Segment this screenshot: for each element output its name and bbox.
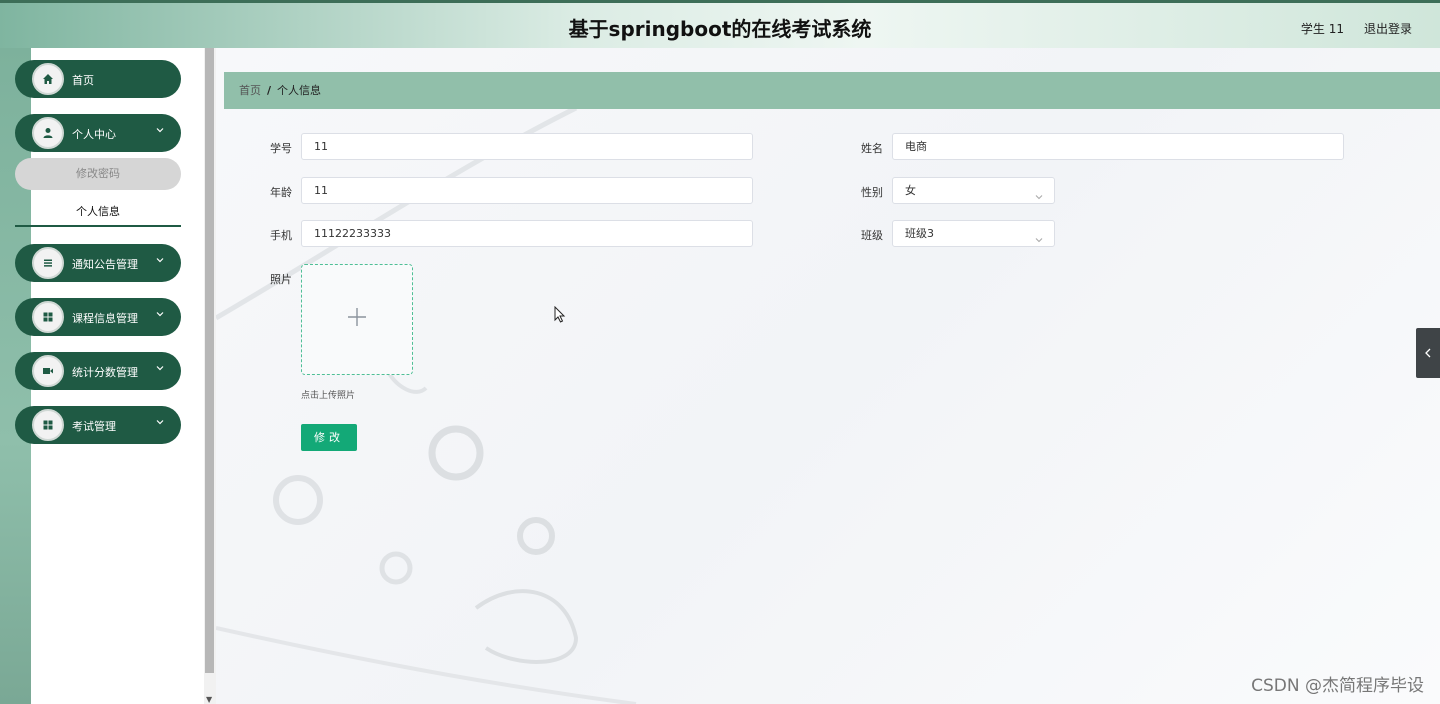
logout-link[interactable]: 退出登录 (1364, 20, 1412, 37)
class-select[interactable]: 班级3 (892, 220, 1055, 247)
gender-value: 女 (905, 184, 916, 197)
sidebar-item-label: 统计分数管理 (72, 366, 138, 379)
chevron-down-icon (155, 255, 165, 268)
photo-uploader[interactable] (301, 264, 413, 375)
top-header: 基于springboot的在线考试系统 学生 11 退出登录 (0, 0, 1440, 48)
chevron-down-icon (1034, 186, 1044, 211)
grid-icon (32, 301, 64, 333)
class-value: 班级3 (905, 227, 934, 240)
plus-icon (347, 307, 367, 330)
scroll-down-icon[interactable]: ▼ (206, 695, 212, 704)
sidebar-subitem-personal-info[interactable]: 个人信息 (15, 197, 181, 227)
sidebar-subitem-change-password[interactable]: 修改密码 (15, 158, 181, 190)
class-label: 班级 (861, 229, 883, 242)
breadcrumb: 首页 / 个人信息 (224, 72, 1440, 109)
grid-icon (32, 409, 64, 441)
sidebar-item-label: 课程信息管理 (72, 312, 138, 325)
age-input[interactable]: 11 (301, 177, 753, 204)
breadcrumb-separator: / (267, 84, 272, 97)
gender-label: 性别 (861, 186, 883, 199)
sidebar-item-label: 通知公告管理 (72, 258, 138, 271)
name-input[interactable]: 电商 (892, 133, 1344, 160)
student-id-input[interactable]: 11 (301, 133, 753, 160)
home-icon (32, 63, 64, 95)
sidebar-item-label: 考试管理 (72, 420, 116, 433)
sidebar-item-course[interactable]: 课程信息管理 (15, 298, 181, 336)
phone-label: 手机 (270, 229, 292, 242)
sidebar-item-label: 个人中心 (72, 128, 116, 141)
chevron-down-icon (1034, 229, 1044, 254)
chevron-down-icon (155, 363, 165, 376)
chevron-left-icon (1425, 348, 1431, 358)
scrollbar-thumb[interactable] (205, 48, 214, 673)
chevron-down-icon (155, 309, 165, 322)
watermark-text: CSDN @杰简程序毕设 (1251, 676, 1424, 696)
photo-label: 照片 (270, 273, 292, 286)
sidebar-item-score[interactable]: 统计分数管理 (15, 352, 181, 390)
sidebar-item-profile[interactable]: 个人中心 (15, 114, 181, 152)
side-panel-toggle[interactable] (1416, 328, 1440, 378)
breadcrumb-current: 个人信息 (277, 84, 322, 97)
current-user: 学生 11 (1300, 22, 1344, 36)
chevron-down-icon (155, 417, 165, 430)
breadcrumb-home[interactable]: 首页 (239, 84, 261, 97)
upload-tip: 点击上传照片 (301, 391, 356, 401)
sidebar-item-exam[interactable]: 考试管理 (15, 406, 181, 444)
age-label: 年龄 (270, 186, 292, 199)
sidebar-item-home[interactable]: 首页 (15, 60, 181, 98)
sidebar-item-notice[interactable]: 通知公告管理 (15, 244, 181, 282)
app-title: 基于springboot的在线考试系统 (568, 17, 872, 41)
chevron-down-icon (155, 125, 165, 138)
sidebar-item-label: 首页 (72, 74, 94, 87)
phone-input[interactable]: 11122233333 (301, 220, 753, 247)
student-id-label: 学号 (270, 142, 292, 155)
user-icon (32, 117, 64, 149)
video-icon (32, 355, 64, 387)
mouse-cursor-icon (554, 306, 566, 323)
gender-select[interactable]: 女 (892, 177, 1055, 204)
sidebar-scrollbar[interactable]: ▼ (204, 48, 216, 704)
submit-button[interactable]: 修改 (301, 424, 357, 451)
list-icon (32, 247, 64, 279)
main-content: 首页 / 个人信息 学号 11 姓名 电商 年龄 11 性别 女 手机 111222… (216, 48, 1440, 704)
name-label: 姓名 (861, 142, 883, 155)
